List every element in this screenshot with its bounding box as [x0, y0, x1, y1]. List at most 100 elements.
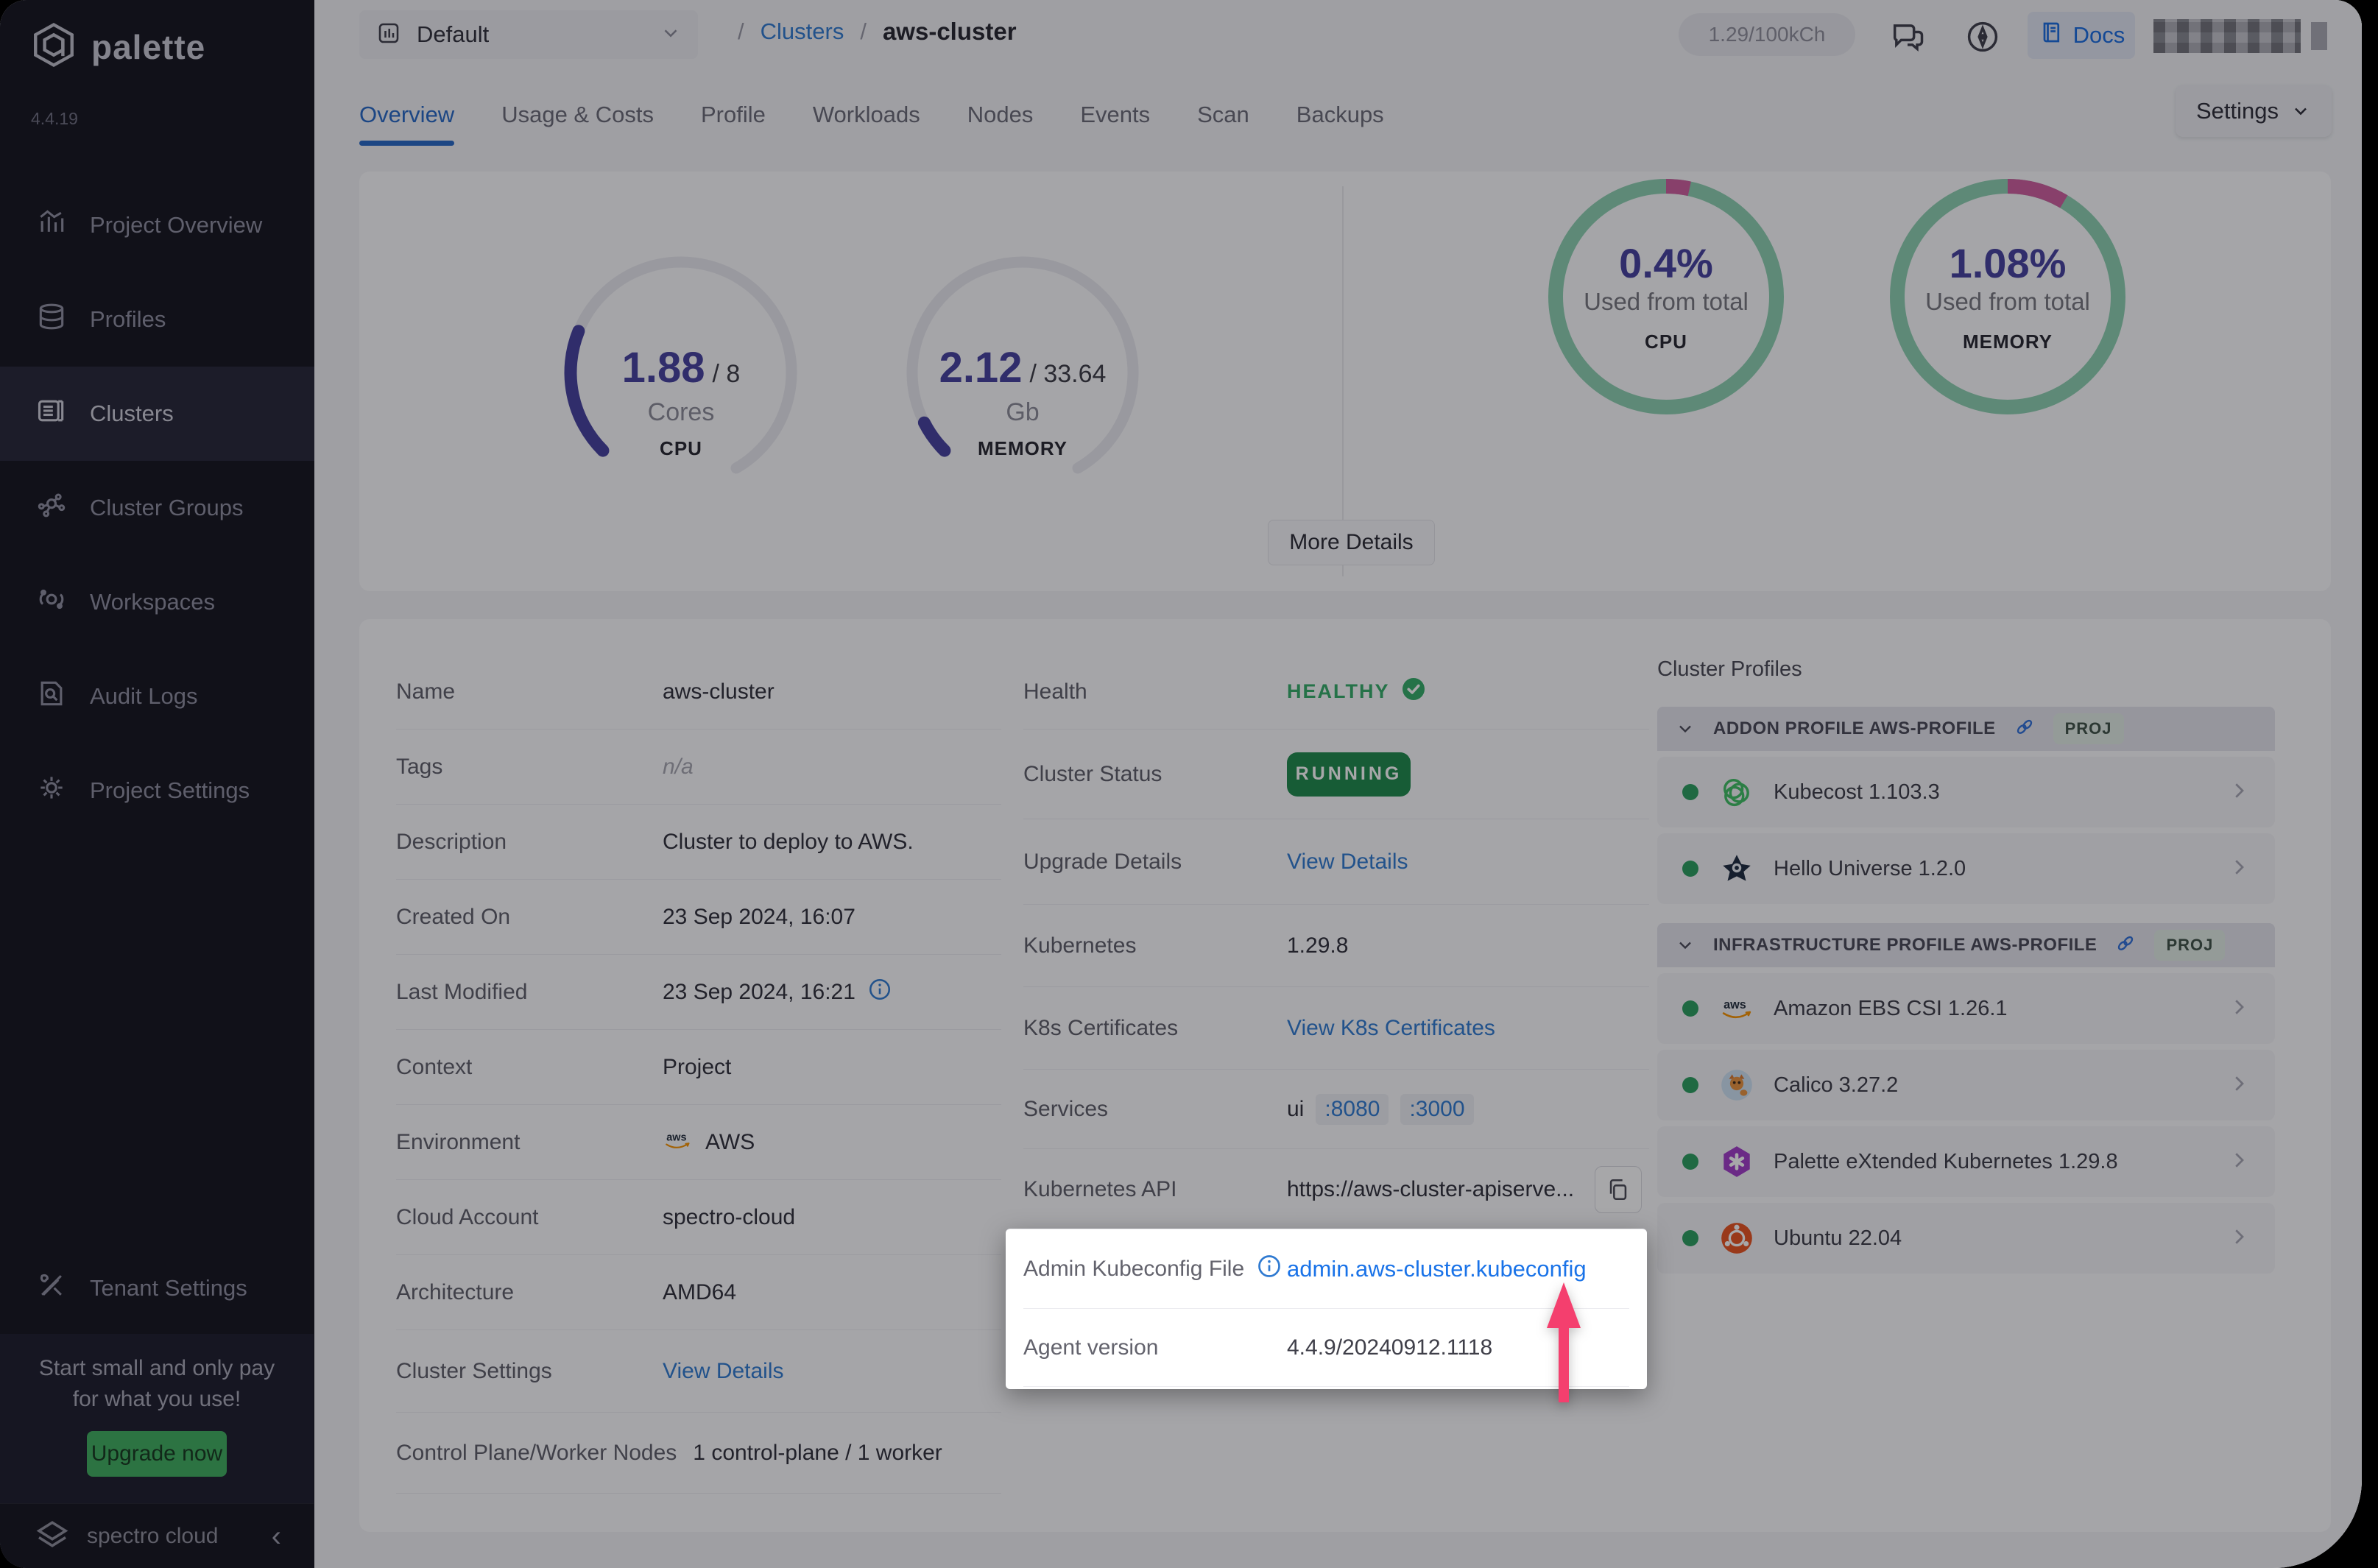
gear-icon: [35, 771, 68, 810]
docs-label: Docs: [2072, 22, 2125, 48]
details-middle-column: Health HEALTHY Cluster Status RUNNING Up…: [1023, 654, 1649, 1230]
detail-row-cluster-status: Cluster Status RUNNING: [1023, 730, 1649, 819]
project-selector-value: Default: [417, 21, 490, 47]
sidebar-item-label: Project Settings: [90, 777, 250, 803]
link-icon: [2114, 933, 2137, 958]
docs-button[interactable]: Docs: [2028, 12, 2135, 59]
detail-row-last-modified: Last Modified 23 Sep 2024, 16:21: [396, 955, 1001, 1030]
detail-row-agent-version: Agent version 4.4.9/20240912.1118: [1023, 1309, 1629, 1387]
tab-usage-costs[interactable]: Usage & Costs: [501, 83, 654, 146]
profile-item-hello-universe[interactable]: Hello Universe 1.2.0: [1657, 833, 2275, 904]
breadcrumb-separator: /: [738, 18, 744, 44]
tab-events[interactable]: Events: [1080, 83, 1150, 146]
info-icon[interactable]: [867, 977, 892, 1008]
breadcrumb: / Clusters / aws-cluster: [738, 18, 1017, 46]
svg-text:aws: aws: [666, 1131, 686, 1143]
sidebar-item-tenant-settings[interactable]: Tenant Settings: [0, 1260, 314, 1316]
cpu-usage-gauge: 1.88/ 8 Cores CPU: [556, 247, 806, 498]
detail-row-environment: Environment aws AWS: [396, 1105, 1001, 1180]
memory-gauge-total: / 33.64: [1029, 360, 1107, 388]
health-status-badge: HEALTHY: [1287, 676, 1427, 707]
profile-item-amazon-ebs-csi[interactable]: aws Amazon EBS CSI 1.26.1: [1657, 973, 2275, 1044]
cluster-profiles-panel: Cluster Profiles ADDON PROFILE AWS-PROFI…: [1657, 657, 2275, 1274]
tab-nodes[interactable]: Nodes: [967, 83, 1034, 146]
usage-quota-pill: 1.29/100kCh: [1679, 13, 1855, 56]
redacted-username: [2153, 19, 2301, 53]
sidebar-item-workspaces[interactable]: Workspaces: [0, 555, 314, 649]
status-dot: [1682, 1154, 1698, 1170]
project-selector[interactable]: Default: [359, 10, 698, 59]
memory-used-donut: 1.08% Used from total MEMORY: [1883, 172, 2133, 422]
app-version: 4.4.19: [31, 109, 78, 128]
admin-kubeconfig-link[interactable]: admin.aws-cluster.kubeconfig: [1287, 1256, 1587, 1282]
profile-item-calico[interactable]: Calico 3.27.2: [1657, 1050, 2275, 1120]
link-icon: [2014, 716, 2036, 742]
sidebar-item-project-settings[interactable]: Project Settings: [0, 744, 314, 838]
cluster-details-card: Name aws-cluster Tags n/a Description Cl…: [359, 619, 2331, 1532]
brand-name: palette: [91, 27, 206, 66]
info-icon[interactable]: [1256, 1253, 1283, 1285]
detail-row-description: Description Cluster to deploy to AWS.: [396, 805, 1001, 880]
project-chart-icon: [375, 20, 402, 50]
sidebar-item-project-overview[interactable]: Project Overview: [0, 178, 314, 272]
aws-logo: aws: [1718, 989, 1756, 1028]
breadcrumb-clusters-link[interactable]: Clusters: [761, 18, 844, 45]
addon-profile-header[interactable]: ADDON PROFILE AWS-PROFILE PROJ: [1657, 707, 2275, 751]
sidebar-item-audit-logs[interactable]: Audit Logs: [0, 649, 314, 744]
detail-row-architecture: Architecture AMD64: [396, 1255, 1001, 1330]
tools-icon: [35, 1269, 68, 1307]
chat-icon[interactable]: [1887, 16, 1928, 57]
svg-text:aws: aws: [1723, 998, 1746, 1011]
cpu-gauge-caption: CPU: [660, 437, 702, 459]
detail-row-context: Context Project: [396, 1030, 1001, 1105]
detail-row-upgrade-details: Upgrade Details View Details: [1023, 819, 1649, 905]
service-port-8080-link[interactable]: :8080: [1316, 1093, 1389, 1125]
profile-item-ubuntu[interactable]: Ubuntu 22.04: [1657, 1203, 2275, 1274]
tab-backups[interactable]: Backups: [1296, 83, 1384, 146]
upgrade-now-button[interactable]: Upgrade now: [87, 1431, 227, 1477]
profile-item-kubecost[interactable]: Kubecost 1.103.3: [1657, 757, 2275, 827]
compass-icon[interactable]: [1962, 16, 2003, 57]
upgrade-view-details-link[interactable]: View Details: [1287, 850, 1408, 875]
pxk-logo: [1718, 1143, 1756, 1181]
sidebar-item-cluster-groups[interactable]: Cluster Groups: [0, 461, 314, 555]
detail-row-kubernetes: Kubernetes 1.29.8: [1023, 905, 1649, 987]
cpu-gauge-value: 1.88: [621, 344, 705, 392]
tab-scan[interactable]: Scan: [1197, 83, 1249, 146]
settings-button[interactable]: Settings: [2176, 85, 2332, 137]
layers-icon: [35, 300, 68, 339]
more-details-button[interactable]: More Details: [1268, 520, 1435, 565]
chevron-down-icon: [660, 22, 682, 48]
sidebar-item-clusters[interactable]: Clusters: [0, 367, 314, 461]
memory-donut-caption: MEMORY: [1962, 331, 2053, 353]
cluster-settings-view-details-link[interactable]: View Details: [663, 1359, 784, 1384]
check-circle-icon: [1400, 676, 1427, 707]
detail-row-kubernetes-api: Kubernetes API https://aws-cluster-apise…: [1023, 1149, 1649, 1230]
tab-overview[interactable]: Overview: [359, 83, 455, 146]
cluster-profiles-title: Cluster Profiles: [1657, 657, 1802, 681]
chevron-down-icon: [2295, 107, 2307, 116]
sidebar-item-profiles[interactable]: Profiles: [0, 272, 314, 367]
detail-row-health: Health HEALTHY: [1023, 654, 1649, 730]
tab-workloads[interactable]: Workloads: [813, 83, 920, 146]
detail-row-cluster-settings: Cluster Settings View Details: [396, 1330, 1001, 1413]
screen: palette 4.4.19 Project Overview Profiles…: [0, 0, 2378, 1568]
service-port-3000-link[interactable]: :3000: [1400, 1093, 1474, 1125]
breadcrumb-current: aws-cluster: [882, 18, 1017, 45]
profile-item-palette-extended-kubernetes[interactable]: Palette eXtended Kubernetes 1.29.8: [1657, 1126, 2275, 1197]
sidebar: palette 4.4.19 Project Overview Profiles…: [0, 0, 314, 1568]
detail-row-tags: Tags n/a: [396, 730, 1001, 805]
audit-icon: [35, 677, 68, 716]
sidebar-nav: Project Overview Profiles Clusters Clust…: [0, 178, 314, 838]
tab-profile[interactable]: Profile: [701, 83, 766, 146]
breadcrumb-separator: /: [860, 18, 867, 44]
chevron-down-icon: [1679, 725, 1691, 733]
copy-icon[interactable]: [1595, 1166, 1643, 1213]
chevron-right-icon: [2228, 780, 2250, 805]
infrastructure-profile-header[interactable]: INFRASTRUCTURE PROFILE AWS-PROFILE PROJ: [1657, 923, 2275, 967]
collapse-sidebar-icon[interactable]: ‹: [272, 1522, 281, 1551]
view-k8s-certificates-link[interactable]: View K8s Certificates: [1287, 1016, 1495, 1041]
memory-usage-gauge: 2.12/ 33.64 Gb MEMORY: [897, 247, 1148, 498]
brand: palette: [29, 21, 205, 73]
status-dot: [1682, 1077, 1698, 1093]
